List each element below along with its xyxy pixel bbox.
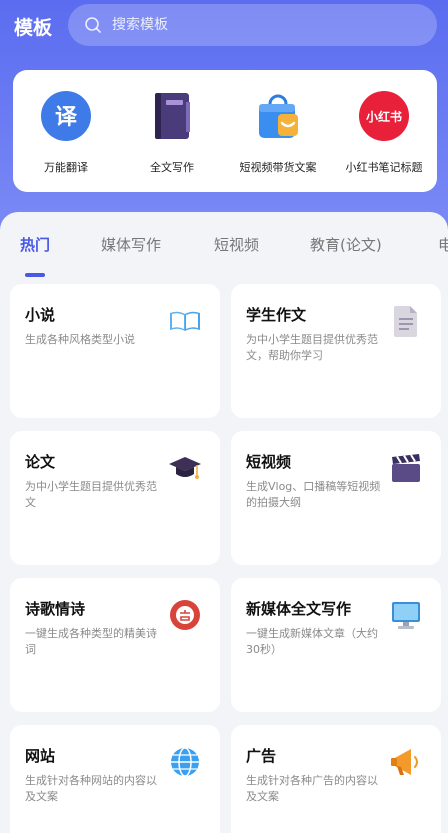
card-description: 生成Vlog、口播稿等短视频的拍摄大纲 [246,480,381,509]
search-box[interactable] [68,4,437,46]
template-card-new-media[interactable]: 新媒体全文写作 一键生成新媒体文章（大约30秒） [231,578,441,712]
shopping-bag-icon [259,94,298,138]
translate-glyph: 译 [55,105,78,130]
translate-icon: 译 [41,91,91,141]
card-title: 小说 [25,306,56,324]
tool-video-copy[interactable]: 短视频带货文案 [225,70,331,192]
quick-tools-card: 译 万能翻译 全文写作 短视频带货文案 小红书 小红书笔记标题 [13,70,437,192]
card-title: 短视频 [246,453,292,471]
template-card-poetry[interactable]: 诗歌情诗 一键生成各种类型的精美诗词 [10,578,220,712]
card-title: 新媒体全文写作 [246,600,352,618]
search-input[interactable] [112,4,412,46]
tab-hot[interactable]: 热门 [20,234,50,255]
tab-media-writing[interactable]: 媒体写作 [101,234,161,255]
tool-xiaohongshu-title[interactable]: 小红书 小红书笔记标题 [331,70,437,192]
xiaohongshu-logo-text: 小红书 [366,109,402,124]
search-icon [85,17,101,33]
template-card-website[interactable]: 网站 生成针对各种网站的内容以及文案 [10,725,220,833]
tab-education[interactable]: 教育(论文) [310,234,382,255]
card-title: 广告 [246,747,277,765]
clapperboard-icon [392,454,420,482]
xiaohongshu-icon: 小红书 [359,91,409,141]
template-card-paper[interactable]: 论文 为中小学生题目提供优秀范文 [10,431,220,565]
graduation-cap-icon [169,457,201,479]
notebook-icon [155,93,190,139]
template-card-advertisement[interactable]: 广告 生成针对各种广告的内容以及文案 [231,725,441,833]
poem-seal-icon [170,600,200,630]
card-description: 生成针对各种广告的内容以及文案 [246,774,378,803]
tool-translate[interactable]: 译 万能翻译 [13,70,119,192]
globe-icon [171,747,199,777]
template-card-student-essay[interactable]: 学生作文 为中小学生题目提供优秀范文，帮助你学习 [231,284,441,418]
card-title: 网站 [25,747,56,765]
tool-full-writing[interactable]: 全文写作 [119,70,225,192]
open-book-icon [170,311,200,331]
card-description: 一键生成各种类型的精美诗词 [25,627,157,656]
card-description: 生成各种风格类型小说 [25,333,135,346]
tool-label: 万能翻译 [44,161,88,174]
template-card-short-video[interactable]: 短视频 生成Vlog、口播稿等短视频的拍摄大纲 [231,431,441,565]
template-panel: 热门 媒体写作 短视频 教育(论文) 电 小说 生成各种风格类型小说 学生作文 … [0,212,448,833]
card-title: 诗歌情诗 [25,600,86,618]
card-title: 学生作文 [246,306,307,324]
document-icon [394,306,417,337]
category-tabs: 热门 媒体写作 短视频 教育(论文) 电 [0,212,448,272]
top-bar: 模板 [0,0,448,52]
active-tab-indicator [25,273,45,277]
card-description: 为中小学生题目提供优秀范文 [25,480,157,509]
tool-label: 全文写作 [150,161,194,174]
card-description: 为中小学生题目提供优秀范文，帮助你学习 [246,333,378,362]
tab-short-video[interactable]: 短视频 [214,234,259,255]
megaphone-icon [391,749,418,775]
tool-label: 小红书笔记标题 [345,161,423,174]
page-title: 模板 [14,17,53,39]
tab-more[interactable]: 电 [438,234,448,255]
monitor-icon [392,602,420,629]
card-title: 论文 [25,453,56,471]
tool-label: 短视频带货文案 [239,161,317,174]
card-description: 生成针对各种网站的内容以及文案 [25,774,157,803]
card-description: 一键生成新媒体文章（大约30秒） [246,627,378,656]
template-card-novel[interactable]: 小说 生成各种风格类型小说 [10,284,220,418]
